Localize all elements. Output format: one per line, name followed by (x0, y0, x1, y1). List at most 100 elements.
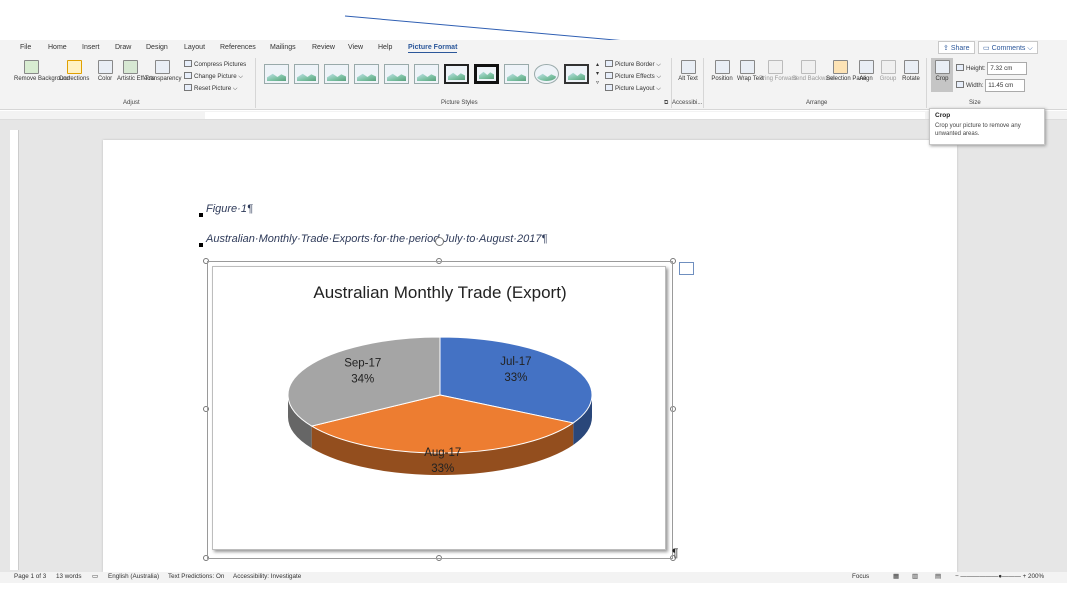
wrap-text-button[interactable]: Wrap Text (737, 60, 764, 83)
pie-label-sep-17: Sep-17 (344, 357, 381, 369)
width-label: Width: (966, 82, 984, 89)
transparency-button[interactable]: Transparency (145, 60, 182, 83)
sun-icon (66, 60, 82, 74)
picture-style-6[interactable] (414, 64, 439, 84)
chart-image[interactable]: Australian Monthly Trade (Export) Jul-17… (212, 266, 666, 550)
compress-pictures-button[interactable]: Compress Pictures (184, 59, 246, 70)
picture-layout-label: Picture Layout (615, 85, 655, 92)
word-count[interactable]: 13 words (56, 573, 82, 580)
height-input[interactable]: 7.32 cm (987, 62, 1028, 75)
picture-style-3[interactable] (324, 64, 349, 84)
tab-picture-format[interactable]: Picture Format (408, 44, 458, 53)
tab-draw[interactable]: Draw (115, 44, 131, 51)
rotate-icon (903, 60, 919, 74)
reset-picture-button[interactable]: Reset Picture ⌵ (184, 83, 238, 94)
accessibility-group-label: Accessibi... (672, 100, 703, 106)
picture-styles-launcher-icon[interactable]: ⧉ (664, 100, 668, 107)
reset-picture-label: Reset Picture (194, 85, 232, 92)
picture-border-label: Picture Border (615, 61, 655, 68)
adjust-group-label: Adjust (123, 100, 140, 106)
picture-style-1[interactable] (264, 64, 289, 84)
tab-help[interactable]: Help (378, 44, 392, 51)
picture-style-9[interactable] (504, 64, 529, 84)
rotate-button[interactable]: Rotate (900, 60, 922, 83)
figure-caption[interactable]: Australian·Monthly·Trade·Exports·for·the… (206, 233, 547, 245)
share-button[interactable]: ⇪ Share (938, 41, 975, 54)
gallery-scroll[interactable]: ▴ ▾ ▿ (594, 61, 601, 88)
change-picture-button[interactable]: Change Picture ⌵ (184, 71, 243, 82)
focus-button[interactable]: Focus (852, 573, 869, 580)
figure-label[interactable]: Figure·1¶ (206, 203, 253, 215)
picture-effects-button[interactable]: Picture Effects ⌵ (605, 71, 661, 82)
change-picture-icon (184, 72, 192, 79)
zoom-level[interactable]: 200% (1028, 573, 1044, 580)
corrections-button[interactable]: Corrections (58, 60, 90, 83)
ribbon: Remove Background Corrections Color Arti… (0, 56, 1067, 110)
comments-button[interactable]: ▭ Comments ⌵ (978, 41, 1038, 54)
tab-view[interactable]: View (348, 44, 363, 51)
send-backward-icon (800, 60, 816, 74)
width-icon (956, 81, 964, 88)
read-mode-icon[interactable]: ▦ (893, 573, 899, 580)
divider (255, 58, 256, 108)
zoom-slider[interactable]: − ——————●——— + (955, 573, 1026, 580)
print-layout-icon[interactable]: ▥ (912, 573, 918, 580)
rotate-handle-icon[interactable] (435, 237, 444, 246)
picture-border-button[interactable]: Picture Border ⌵ (605, 59, 661, 70)
selection-pane-button[interactable]: Selection Pane (826, 60, 866, 83)
position-label: Position (711, 76, 733, 82)
picture-style-7[interactable] (444, 64, 469, 84)
transparency-label: Transparency (145, 76, 182, 82)
web-layout-icon[interactable]: ▤ (935, 573, 941, 580)
crop-tooltip: Crop Crop your picture to remove any unw… (929, 108, 1045, 145)
accessibility-status[interactable]: Accessibility: Investigate (233, 573, 301, 580)
color-label: Color (97, 76, 113, 82)
language-indicator[interactable]: English (Australia) (108, 573, 159, 580)
picture-layout-button[interactable]: Picture Layout ⌵ (605, 83, 661, 94)
remove-background-button[interactable]: Remove Background (14, 60, 70, 83)
alt-text-label: Alt Text (678, 76, 698, 82)
tab-file[interactable]: File (20, 44, 31, 51)
bring-forward-button[interactable]: Bring Forward (759, 60, 797, 83)
tab-insert[interactable]: Insert (82, 44, 100, 51)
remove-background-icon (23, 60, 39, 74)
alt-text-button[interactable]: Alt Text (677, 60, 699, 83)
pie-chart: Australian Monthly Trade (Export) Jul-17… (287, 283, 593, 475)
layout-options-icon[interactable] (679, 262, 694, 275)
picture-layout-icon (605, 84, 613, 91)
horizontal-ruler (0, 111, 1067, 120)
text-predictions[interactable]: Text Predictions: On (168, 573, 224, 580)
tab-references[interactable]: References (220, 44, 256, 51)
picture-style-8[interactable] (474, 64, 499, 84)
crop-label: Crop (935, 76, 949, 82)
group-button[interactable]: Group (877, 60, 899, 83)
tab-layout[interactable]: Layout (184, 44, 205, 51)
align-button[interactable]: Align (856, 60, 876, 83)
width-input[interactable]: 11.45 cm (985, 79, 1026, 92)
artistic-effects-button[interactable]: Artistic Effects (117, 60, 155, 83)
ribbon-tabs: File Home Insert Draw Design Layout Refe… (0, 40, 1067, 56)
share-label: Share (950, 45, 970, 52)
picture-style-2[interactable] (294, 64, 319, 84)
tab-design[interactable]: Design (146, 44, 168, 51)
chart-title: Australian Monthly Trade (Export) (313, 283, 566, 302)
position-button[interactable]: Position (708, 60, 736, 83)
change-picture-label: Change Picture (194, 73, 237, 80)
color-button[interactable]: Color (95, 60, 115, 83)
pie-label-jul-17: Jul-17 (500, 356, 531, 368)
page-count[interactable]: Page 1 of 3 (14, 573, 46, 580)
tooltip-title: Crop (935, 112, 951, 119)
picture-style-5[interactable] (384, 64, 409, 84)
picture-style-4[interactable] (354, 64, 379, 84)
tab-review[interactable]: Review (312, 44, 335, 51)
proofing-icon[interactable]: ▭ (92, 573, 98, 580)
picture-style-10[interactable] (534, 64, 559, 84)
crop-button[interactable]: Crop (931, 58, 953, 92)
send-backward-button[interactable]: Send Backward (792, 60, 834, 83)
pie-percent-aug-17: 33% (431, 463, 454, 475)
alt-text-icon (680, 60, 696, 74)
tab-home[interactable]: Home (48, 44, 67, 51)
tab-mailings[interactable]: Mailings (270, 44, 296, 51)
comments-label: Comments (991, 45, 1026, 52)
picture-style-11[interactable] (564, 64, 589, 84)
